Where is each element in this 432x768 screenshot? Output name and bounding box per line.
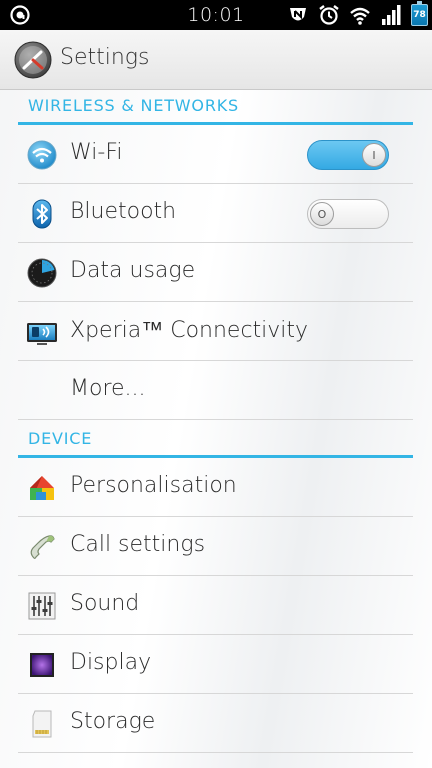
settings-item-label: Wi-Fi [70, 140, 123, 165]
personalisation-icon [30, 476, 54, 500]
settings-item-more[interactable]: More... [18, 361, 413, 420]
settings-item-data-usage[interactable]: Data usage [18, 243, 413, 302]
settings-item-storage[interactable]: Storage [18, 694, 413, 753]
bluetooth-toggle[interactable]: O [307, 199, 389, 229]
signal-icon [382, 5, 401, 25]
settings-item-call-settings[interactable]: Call settings [18, 517, 413, 576]
settings-item-label: Storage [70, 709, 156, 734]
settings-item-personalisation[interactable]: Personalisation [18, 458, 413, 517]
settings-item-bluetooth[interactable]: Bluetooth O [18, 184, 413, 243]
page-title: Settings [60, 45, 150, 70]
settings-item-label: Personalisation [70, 473, 237, 498]
sd-card-icon [32, 710, 52, 738]
nfc-icon [290, 8, 306, 21]
wifi-icon [350, 7, 370, 25]
phone-handset-icon [30, 535, 55, 559]
settings-item-sound[interactable]: Sound [18, 576, 413, 635]
settings-item-label: Bluetooth [70, 199, 177, 224]
alarm-icon [319, 5, 339, 25]
settings-item-display[interactable]: Display [18, 635, 413, 694]
xperia-connectivity-icon [27, 323, 57, 345]
settings-item-label: Xperia™ Connectivity [70, 318, 309, 343]
toggle-knob: O [310, 202, 334, 226]
display-icon [30, 653, 54, 677]
battery-level: 78 [413, 10, 426, 20]
settings-item-xperia-connectivity[interactable]: Xperia™ Connectivity [18, 302, 413, 361]
bluetooth-icon [32, 199, 52, 229]
settings-app-icon[interactable] [14, 41, 52, 79]
battery-icon: 78 [411, 1, 428, 26]
settings-item-label: Sound [70, 591, 140, 616]
settings-item-label: Call settings [70, 532, 206, 557]
settings-item-label: Display [70, 650, 152, 675]
settings-item-label: Data usage [70, 258, 196, 283]
equalizer-icon [28, 592, 56, 620]
status-bar: 10:01 78 [0, 0, 432, 30]
settings-item-label: More... [70, 376, 146, 401]
settings-item-wifi[interactable]: Wi-Fi I [18, 125, 413, 184]
action-bar: Settings [0, 30, 432, 90]
wifi-icon [27, 140, 57, 170]
toggle-knob: I [362, 143, 386, 167]
wifi-toggle[interactable]: I [307, 140, 389, 170]
section-header-wireless: WIRELESS & NETWORKS [28, 96, 239, 115]
data-usage-icon [27, 258, 57, 288]
section-header-device: DEVICE [28, 429, 93, 448]
